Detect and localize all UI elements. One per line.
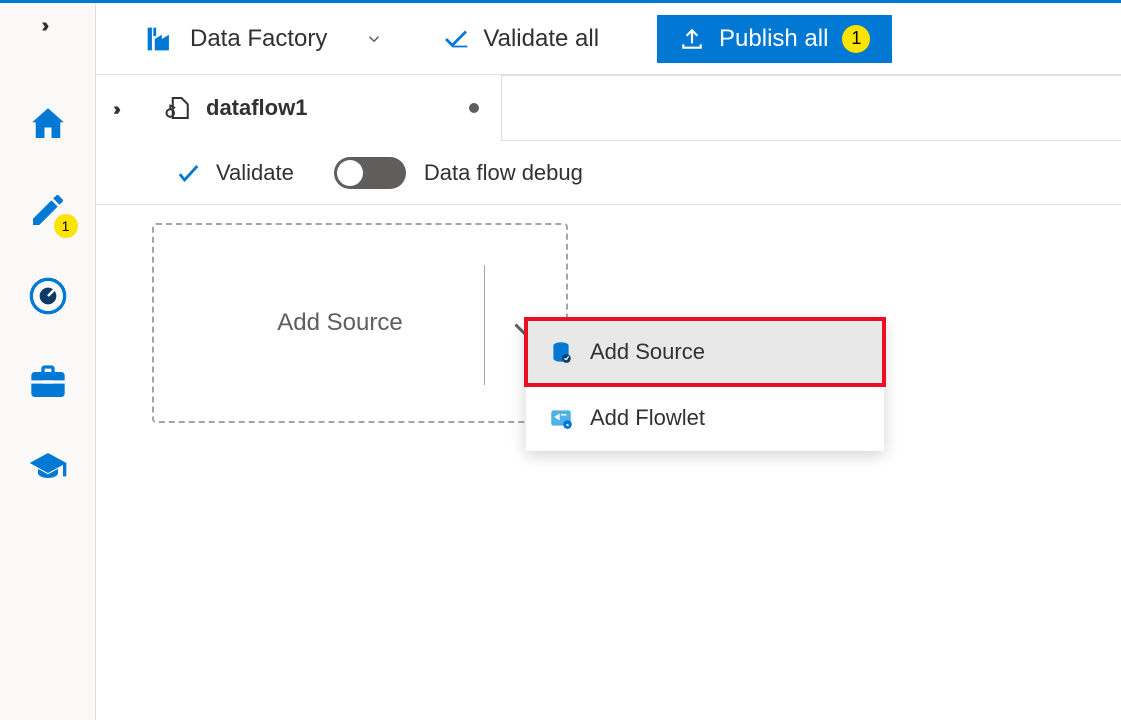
graduation-cap-icon xyxy=(28,448,68,488)
add-source-placeholder[interactable]: Add Source xyxy=(152,223,568,423)
flowlet-icon xyxy=(548,405,574,431)
validate-all-button[interactable]: Validate all xyxy=(441,24,599,54)
menu-item-label: Add Flowlet xyxy=(590,405,705,431)
nav-home[interactable] xyxy=(24,100,72,148)
validate-all-label: Validate all xyxy=(483,25,599,53)
check-icon xyxy=(174,159,202,187)
tab-row: ‹‹ dataflow1 xyxy=(96,75,1121,141)
publish-count-badge: 1 xyxy=(842,25,870,53)
dataflow-canvas[interactable]: Add Source Add Source Add Flowlet xyxy=(96,205,1121,423)
debug-toggle[interactable] xyxy=(334,157,406,189)
publish-all-button[interactable]: Publish all 1 xyxy=(657,15,892,63)
validate-button[interactable]: Validate xyxy=(174,159,294,187)
gauge-icon xyxy=(28,276,68,316)
tab-dataflow1[interactable]: dataflow1 xyxy=(142,75,502,141)
placeholder-divider xyxy=(484,265,485,385)
add-source-menu: Add Source Add Flowlet xyxy=(526,319,884,451)
content-area: ‹‹ dataflow1 Validate Data flow debug Ad… xyxy=(96,75,1121,720)
left-nav-rail: ‹‹ 1 xyxy=(0,3,96,720)
tab-dirty-indicator xyxy=(469,103,479,113)
upload-icon xyxy=(679,26,705,52)
resource-panel-expand-icon[interactable]: ‹‹ xyxy=(96,100,142,121)
debug-toggle-group: Data flow debug xyxy=(334,157,583,189)
brand-label: Data Factory xyxy=(190,25,327,53)
nav-manage[interactable] xyxy=(24,358,72,406)
source-db-icon xyxy=(548,339,574,365)
menu-item-label: Add Source xyxy=(590,339,705,365)
brand-dropdown[interactable]: Data Factory xyxy=(142,22,383,56)
dataflow-icon xyxy=(164,93,194,123)
nav-author[interactable]: 1 xyxy=(24,186,72,234)
toggle-knob xyxy=(337,160,363,186)
factory-icon xyxy=(142,22,176,56)
add-source-placeholder-label: Add Source xyxy=(154,309,566,337)
nav-learn[interactable] xyxy=(24,444,72,492)
check-all-icon xyxy=(441,24,471,54)
menu-item-add-source[interactable]: Add Source xyxy=(526,319,884,385)
chevron-down-icon xyxy=(365,30,383,48)
validate-label: Validate xyxy=(216,160,294,186)
home-icon xyxy=(27,103,69,145)
tab-title: dataflow1 xyxy=(206,95,307,121)
menu-item-add-flowlet[interactable]: Add Flowlet xyxy=(526,385,884,451)
debug-label: Data flow debug xyxy=(424,160,583,186)
dataflow-toolbar: Validate Data flow debug xyxy=(96,141,1121,205)
nav-monitor[interactable] xyxy=(24,272,72,320)
publish-all-label: Publish all xyxy=(719,25,828,53)
tab-strip-empty xyxy=(502,75,1121,141)
top-toolbar: Data Factory Validate all Publish all 1 xyxy=(96,3,1121,75)
toolbox-icon xyxy=(28,362,68,402)
author-badge: 1 xyxy=(54,214,78,238)
